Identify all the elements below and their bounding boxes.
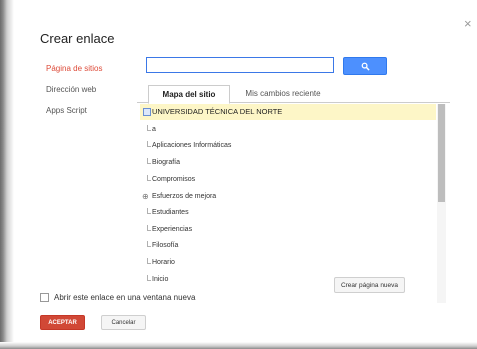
tree-row-compromisos[interactable]: Compromisos xyxy=(140,172,436,188)
window-shadow-left xyxy=(0,0,14,349)
tree-guide-icon xyxy=(147,141,151,147)
tree-row-a[interactable]: a xyxy=(140,122,436,138)
tree-row-label: Aplicaciones Informáticas xyxy=(152,142,232,149)
new-window-checkbox[interactable] xyxy=(40,293,49,302)
tree-row-label: Filosofía xyxy=(152,242,179,249)
tree-row-label: Estudiantes xyxy=(152,209,189,216)
tree-row-label: Biografía xyxy=(152,159,181,166)
tree-guide-icon xyxy=(147,125,151,131)
tree-row-label: Horario xyxy=(152,259,175,266)
tree-guide-icon xyxy=(147,225,151,231)
tree-row-label: UNIVERSIDAD TÉCNICA DEL NORTE xyxy=(152,107,283,116)
tree-guide-icon xyxy=(147,241,151,247)
close-icon[interactable]: × xyxy=(464,16,472,31)
tree-row-biografia[interactable]: Biografía xyxy=(140,155,436,171)
tree-row-horario[interactable]: Horario xyxy=(140,255,436,271)
create-new-page-button[interactable]: Crear página nueva xyxy=(334,277,405,293)
option-direccion-web[interactable]: Dirección web xyxy=(46,85,96,94)
tree-row-universidad[interactable]: UNIVERSIDAD TÉCNICA DEL NORTE xyxy=(140,104,436,120)
cancel-button[interactable]: Cancelar xyxy=(101,315,146,330)
accept-button[interactable]: ACEPTAR xyxy=(40,315,85,330)
search-button[interactable] xyxy=(343,57,387,75)
search-icon xyxy=(361,62,370,71)
tree-row-experiencias[interactable]: Experiencias xyxy=(140,222,436,238)
option-pagina-de-sitios[interactable]: Página de sitios xyxy=(46,64,102,73)
dialog-title: Crear enlace xyxy=(40,31,115,46)
tree-row-esfuerzos[interactable]: ⊕ Esfuerzos de mejora xyxy=(140,189,436,205)
tree-row-label: a xyxy=(152,126,156,133)
window-shadow-bottom xyxy=(0,342,477,349)
option-apps-script[interactable]: Apps Script xyxy=(46,106,87,115)
sitemap-tree: UNIVERSIDAD TÉCNICA DEL NORTE a Aplicaci… xyxy=(140,104,436,303)
page-box-icon xyxy=(143,108,151,116)
search-input[interactable] xyxy=(146,57,334,73)
tree-row-label: Esfuerzos de mejora xyxy=(152,193,217,200)
tree-row-estudiantes[interactable]: Estudiantes xyxy=(140,205,436,221)
expand-icon[interactable]: ⊕ xyxy=(142,189,149,205)
tree-row-aplicaciones[interactable]: Aplicaciones Informáticas xyxy=(140,138,436,154)
tab-mis-cambios-recientes[interactable]: Mis cambios reciente xyxy=(231,85,335,102)
tree-row-filosofia[interactable]: Filosofía xyxy=(140,238,436,254)
tree-row-label: Experiencias xyxy=(152,226,193,233)
tree-row-label: Inicio xyxy=(152,276,169,283)
tree-guide-icon xyxy=(147,258,151,264)
tree-guide-icon xyxy=(147,208,151,214)
tree-guide-icon xyxy=(147,175,151,181)
tab-mapa-del-sitio[interactable]: Mapa del sitio xyxy=(148,85,230,104)
scrollbar-thumb[interactable] xyxy=(438,104,445,202)
tree-guide-icon xyxy=(147,275,151,281)
tree-row-label: Compromisos xyxy=(152,176,196,183)
new-window-label: Abrir este enlace en una ventana nueva xyxy=(54,293,196,302)
tree-guide-icon xyxy=(147,158,151,164)
